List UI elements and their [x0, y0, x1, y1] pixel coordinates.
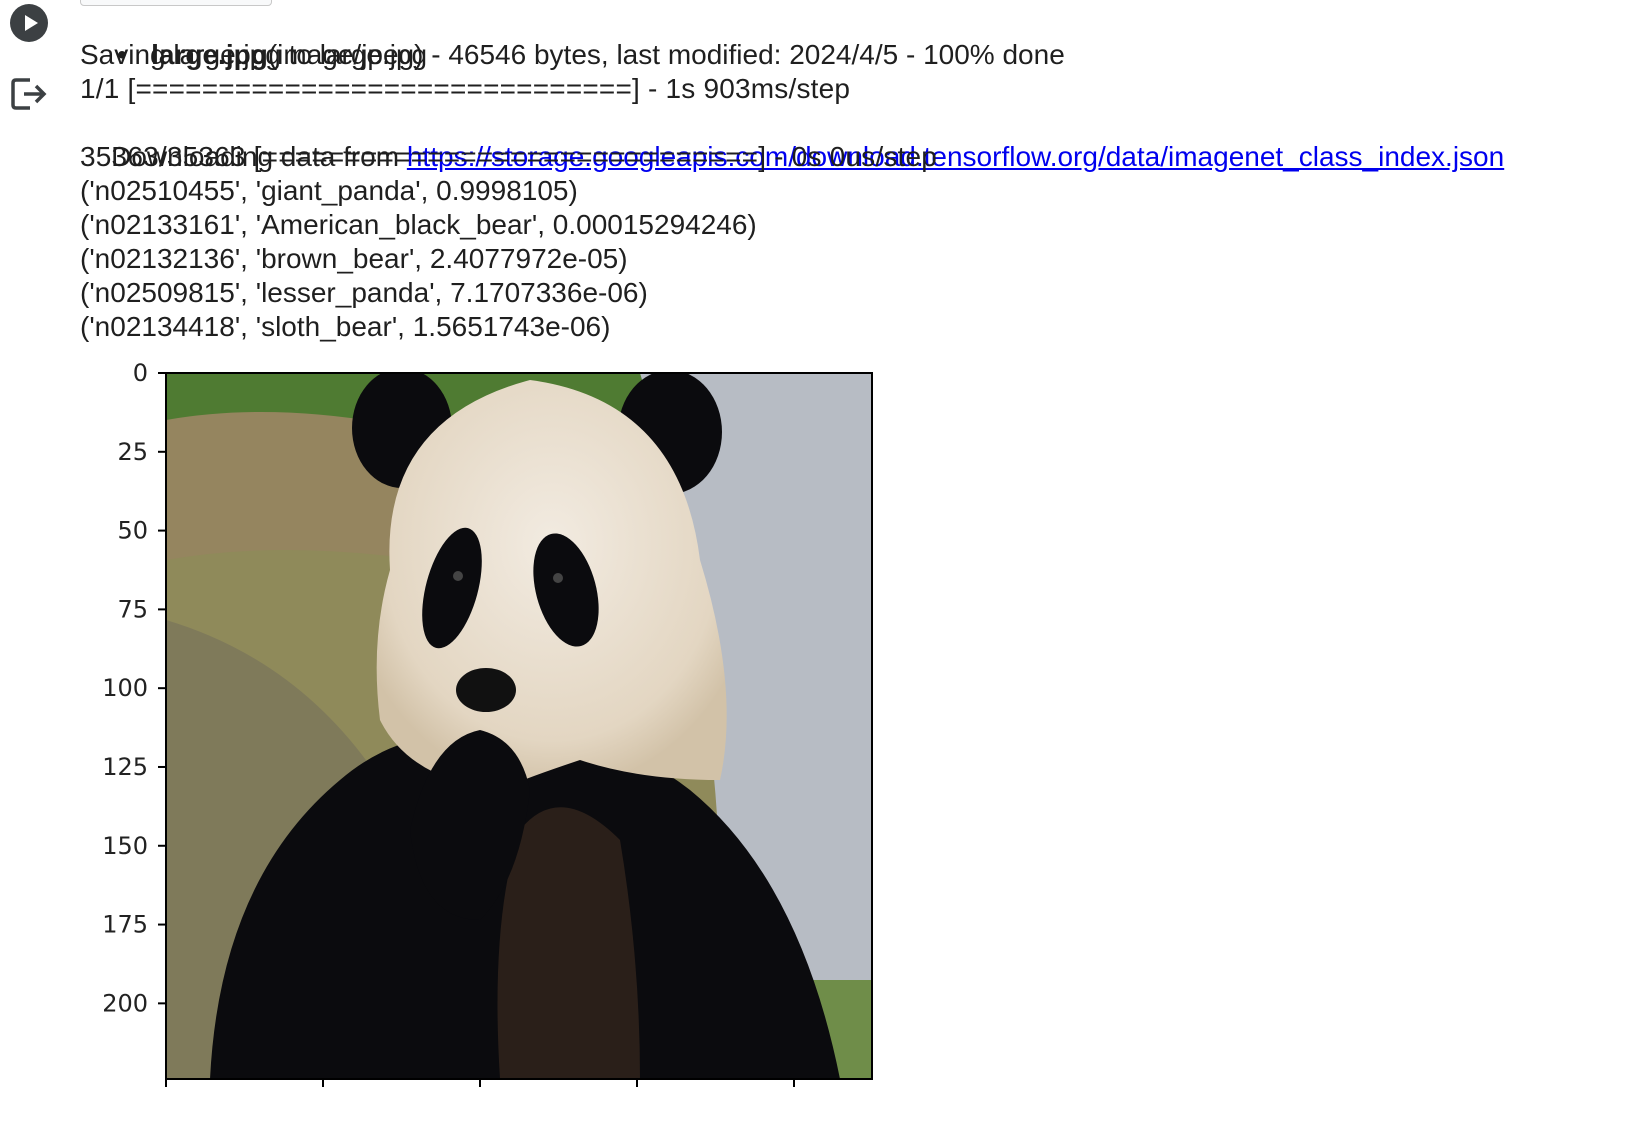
prediction-line: ('n02510455', 'giant_panda', 0.9998105) — [80, 175, 578, 206]
y-axis: 0 25 50 75 100 125 150 175 200 — [102, 359, 166, 1017]
prediction-line: ('n02509815', 'lesser_panda', 7.1707336e… — [80, 277, 648, 308]
prediction-line: ('n02133161', 'American_black_bear', 0.0… — [80, 209, 757, 240]
upload-status: • large.jpg(image/jpeg) - 46546 bytes, la… — [80, 4, 1640, 70]
plot-svg: 0 25 50 75 100 125 150 175 200 — [102, 359, 873, 1087]
y-tick-label: 0 — [133, 360, 148, 387]
y-tick-label: 200 — [102, 989, 148, 1017]
prediction-line: ('n02134418', 'sloth_bear', 1.5651743e-0… — [80, 311, 611, 342]
download-line: Downloading data from https://storage.go… — [80, 106, 1640, 172]
y-tick-label: 50 — [117, 517, 148, 545]
run-cell-button[interactable] — [10, 4, 48, 42]
x-axis — [165, 1079, 795, 1087]
image-plot: 0 25 50 75 100 125 150 175 200 — [80, 359, 940, 1138]
y-tick-label: 125 — [102, 753, 148, 781]
y-tick-label: 25 — [117, 438, 148, 466]
y-tick-label: 150 — [102, 832, 148, 860]
progress-line-1: 1/1 [==============================] - 1… — [80, 73, 851, 104]
y-tick-label: 175 — [102, 911, 148, 939]
cell-output: • large.jpg(image/jpeg) - 46546 bytes, la… — [80, 4, 1640, 344]
y-tick-label: 100 — [102, 674, 148, 702]
y-tick-label: 75 — [117, 595, 148, 623]
output-exit-icon[interactable] — [10, 76, 50, 112]
prediction-line: ('n02132136', 'brown_bear', 2.4077972e-0… — [80, 243, 628, 274]
panda-image — [166, 373, 872, 1079]
